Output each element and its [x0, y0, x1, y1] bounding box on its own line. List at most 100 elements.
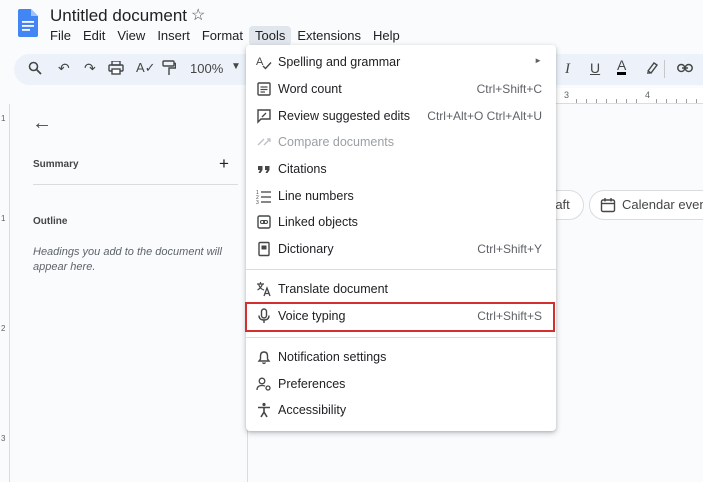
highlight-pen-icon[interactable] [645, 60, 659, 74]
chip-label: Calendar event [622, 197, 703, 212]
menu-item-linked-objects[interactable]: Linked objects [246, 211, 556, 235]
menu-item-label: Notification settings [278, 350, 387, 364]
menu-item-label: Preferences [278, 377, 346, 391]
translate-icon [257, 282, 271, 297]
document-title[interactable]: Untitled document [50, 6, 187, 26]
underline-icon[interactable]: U [590, 60, 600, 76]
chevron-down-icon[interactable]: ▼ [231, 61, 241, 72]
ruler-tick [616, 99, 617, 103]
zoom-select[interactable]: 100% [190, 61, 223, 76]
redo-icon[interactable]: ↷ [84, 60, 96, 76]
star-icon[interactable]: ☆ [191, 7, 205, 25]
summary-heading: Summary [33, 159, 79, 170]
menu-item-voice-typing[interactable]: Voice typing Ctrl+Shift+S [246, 305, 556, 329]
outline-empty-hint: Headings you add to the document will ap… [33, 246, 222, 273]
horizontal-ruler[interactable]: 3 4 [556, 88, 703, 104]
menu-item-label: Accessibility [278, 403, 347, 417]
spellcheck-toolbar-icon[interactable]: A✓ [136, 60, 156, 76]
menu-item-shortcut: Ctrl+Shift+S [477, 309, 542, 323]
vertical-ruler[interactable]: 1 1 2 3 [0, 104, 10, 482]
word-count-icon [257, 82, 271, 96]
document-outline-panel: ← Summary + Outline Headings you add to … [10, 104, 248, 482]
docs-logo-icon[interactable] [18, 9, 38, 37]
accessibility-icon [258, 402, 270, 418]
menu-item-label: Dictionary [278, 242, 334, 256]
outline-heading: Outline [33, 216, 68, 227]
menu-item-review-suggested-edits[interactable]: Review suggested edits Ctrl+Alt+O Ctrl+A… [246, 105, 556, 129]
menu-item-label: Linked objects [278, 215, 358, 229]
menu-item-label: Line numbers [278, 189, 354, 203]
menu-item-shortcut: Ctrl+Shift+C [476, 82, 542, 96]
ruler-number: 2 [1, 324, 6, 333]
manage-accounts-icon [256, 377, 271, 391]
menu-insert[interactable]: Insert [151, 26, 196, 46]
bell-icon [257, 351, 271, 365]
ruler-tick [686, 99, 687, 103]
menu-help[interactable]: Help [367, 26, 406, 46]
menu-item-label: Compare documents [278, 135, 395, 149]
dictionary-icon [258, 241, 270, 257]
menu-item-label: Review suggested edits [278, 109, 411, 123]
divider [33, 184, 238, 185]
ruler-tick [676, 99, 677, 103]
submenu-arrow-icon: ► [534, 56, 542, 65]
menu-item-shortcut: Ctrl+Shift+Y [477, 242, 542, 256]
menu-item-accessibility[interactable]: Accessibility [246, 399, 556, 423]
ruler-tick [656, 99, 657, 103]
undo-icon[interactable]: ↶ [58, 60, 70, 76]
menu-item-notification-settings[interactable]: Notification settings [246, 346, 556, 370]
paint-format-icon[interactable] [162, 60, 176, 76]
menu-item-label: Word count [278, 82, 342, 96]
menu-separator [246, 337, 556, 338]
ruler-tick [586, 99, 587, 103]
search-menus-icon[interactable] [28, 61, 42, 75]
ruler-tick [576, 99, 577, 103]
linked-objects-icon [257, 215, 271, 229]
menu-tools[interactable]: Tools [249, 26, 292, 46]
menu-item-shortcut: Ctrl+Alt+O Ctrl+Alt+U [427, 109, 542, 123]
menu-item-label: Citations [278, 162, 327, 176]
ruler-tick [606, 99, 607, 103]
back-arrow-icon[interactable]: ← [32, 112, 52, 135]
menu-item-spelling-and-grammar[interactable]: A Spelling and grammar ► [246, 51, 556, 75]
menu-format[interactable]: Format [196, 26, 249, 46]
add-summary-button[interactable]: + [219, 154, 229, 174]
toolbar-divider [664, 60, 665, 78]
ruler-number: 1 [1, 214, 6, 223]
menu-item-label: Translate document [278, 282, 389, 296]
menu-item-translate-document[interactable]: Translate document [246, 278, 556, 302]
menu-item-label: Voice typing [278, 309, 346, 323]
ruler-number: 1 [1, 114, 6, 123]
menu-view[interactable]: View [111, 26, 151, 46]
menu-edit[interactable]: Edit [77, 26, 111, 46]
menu-file[interactable]: File [44, 26, 77, 46]
tools-menu: A Spelling and grammar ► Word count Ctrl… [246, 45, 556, 431]
ruler-number: 3 [1, 434, 6, 443]
svg-text:A: A [256, 56, 264, 68]
italic-icon[interactable]: I [565, 61, 570, 77]
ruler-number: 4 [645, 90, 651, 100]
menu-extensions[interactable]: Extensions [291, 26, 367, 46]
menu-item-label: Spelling and grammar [278, 55, 401, 69]
spellcheck-icon: A [256, 56, 272, 70]
text-color-icon[interactable]: A [617, 58, 627, 75]
quote-icon [258, 166, 270, 173]
menu-item-compare-documents: Compare documents [246, 131, 556, 155]
menu-item-citations[interactable]: Citations [246, 158, 556, 182]
line-numbers-icon: 1 2 3 [256, 190, 271, 204]
menu-item-preferences[interactable]: Preferences [246, 373, 556, 397]
menu-item-dictionary[interactable]: Dictionary Ctrl+Shift+Y [246, 238, 556, 262]
ruler-tick [636, 99, 637, 103]
print-icon[interactable] [108, 61, 124, 75]
ruler-number: 3 [564, 90, 570, 100]
ruler-tick [666, 99, 667, 103]
menu-bar: File Edit View Insert Format Tools Exten… [44, 26, 406, 46]
insert-link-icon[interactable] [677, 63, 693, 73]
menu-separator [246, 269, 556, 270]
calendar-event-chip[interactable]: Calendar event [589, 190, 703, 220]
menu-item-line-numbers[interactable]: 1 2 3 Line numbers [246, 185, 556, 209]
menu-item-word-count[interactable]: Word count Ctrl+Shift+C [246, 78, 556, 102]
rate-review-icon [257, 109, 271, 124]
calendar-icon [600, 198, 616, 213]
ruler-tick [696, 99, 697, 103]
